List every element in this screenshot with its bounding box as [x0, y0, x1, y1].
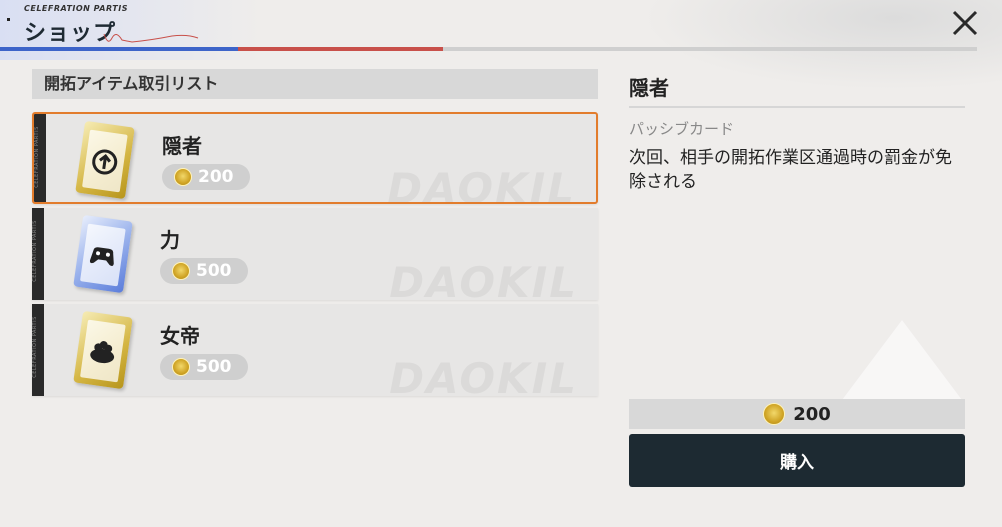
close-icon — [952, 10, 978, 36]
detail-price: 200 — [793, 403, 831, 425]
item-name: 力 — [160, 228, 180, 252]
card-image — [73, 214, 133, 294]
gamepad-icon — [89, 247, 114, 267]
card-image — [73, 310, 133, 390]
item-price: 200 — [198, 167, 234, 187]
detail-card-type: パッシブカード — [629, 120, 735, 138]
item-stripe: CELEFRATION PARTIS — [32, 208, 44, 300]
progress-bar — [0, 47, 977, 51]
item-watermark: DAOKIL — [389, 354, 578, 396]
item-price: 500 — [196, 357, 232, 377]
brand-logo-text: CELEFRATION PARTIS — [24, 4, 128, 13]
item-price-badge: 200 — [162, 164, 250, 190]
header: CELEFRATION PARTIS ショップ — [0, 0, 1002, 56]
coin-icon — [174, 168, 192, 186]
detail-divider — [629, 106, 965, 108]
arrow-up-circle-icon — [92, 149, 118, 175]
progress-segment-red — [238, 47, 443, 51]
item-price: 500 — [196, 261, 232, 281]
crowd-icon — [90, 341, 115, 364]
item-watermark: DAOKIL — [389, 258, 578, 300]
item-name: 女帝 — [160, 324, 200, 348]
card-image — [75, 120, 135, 200]
detail-price-bar: 200 — [629, 399, 965, 429]
coin-icon — [172, 358, 190, 376]
detail-title: 隠者 — [629, 76, 669, 100]
detail-description: 次回、相手の開拓作業区通過時の罰金が免除される — [629, 148, 952, 192]
progress-segment-blue — [0, 47, 238, 51]
item-price-badge: 500 — [160, 258, 248, 284]
item-name: 隠者 — [162, 134, 202, 158]
coin-icon — [763, 403, 786, 425]
item-stripe: CELEFRATION PARTIS — [32, 304, 44, 396]
list-item-strength[interactable]: CELEFRATION PARTIS 力 500 DAOKIL — [32, 208, 598, 300]
list-item-empress[interactable]: CELEFRATION PARTIS 女帝 500 DAOKIL — [32, 304, 598, 396]
list-header: 開拓アイテム取引リスト — [32, 69, 598, 99]
item-price-badge: 500 — [160, 354, 248, 380]
list-item-hermit[interactable]: CELEFRATION PARTIS 隠者 200 DAOKIL — [32, 112, 598, 204]
item-stripe: CELEFRATION PARTIS — [34, 114, 46, 202]
coin-icon — [172, 262, 190, 280]
buy-button[interactable]: 購入 — [629, 434, 965, 487]
close-button[interactable] — [946, 4, 984, 42]
signature-scribble-icon — [103, 33, 199, 43]
header-dot — [7, 18, 10, 21]
item-watermark: DAOKIL — [387, 164, 576, 204]
